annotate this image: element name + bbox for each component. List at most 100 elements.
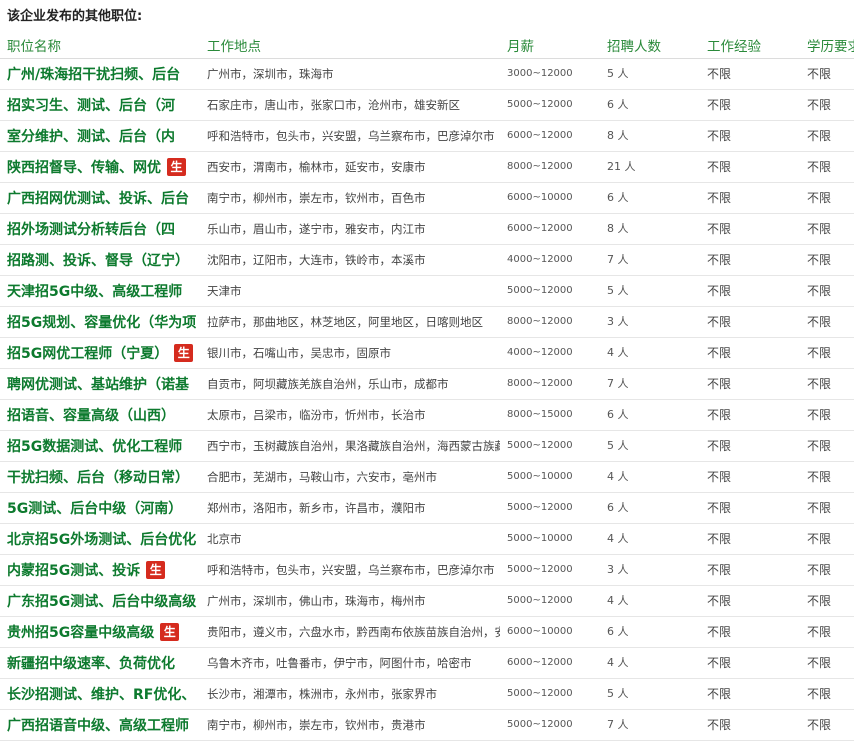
job-experience: 不限 xyxy=(707,346,732,360)
job-experience: 不限 xyxy=(707,253,732,267)
job-row: 招5G网优工程师（宁夏） 银川市，石嘴山市，吴忠市，固原市 4000~12000 4 … xyxy=(0,338,854,369)
job-title-link[interactable]: 广东招5G测试、后台中级高级 xyxy=(7,594,196,610)
job-title-cell: 干扰扫频、后台（移动日常） xyxy=(7,462,203,493)
job-title-cell: 广东招5G测试、后台中级高级 xyxy=(7,586,203,617)
job-title-link[interactable]: 招5G网优工程师（宁夏） xyxy=(7,346,168,362)
job-title-link[interactable]: 干扰扫频、后台（移动日常） xyxy=(7,470,189,486)
job-row: 招5G规划、容量优化（华为项 拉萨市，那曲地区，林芝地区，阿里地区，日喀则地区 80… xyxy=(0,307,854,338)
job-experience: 不限 xyxy=(707,532,732,546)
job-title-cell: 长沙招测试、维护、RF优化、 xyxy=(7,679,203,710)
job-title-link[interactable]: 内蒙招5G测试、投诉 xyxy=(7,563,140,579)
job-title-cell: 新疆招中级速率、负荷优化 xyxy=(7,648,203,679)
job-headcount: 4 人 xyxy=(607,532,629,545)
job-title-cell: 招语音、容量高级（山西） xyxy=(7,400,203,431)
job-salary: 4000~12000 xyxy=(507,254,573,265)
job-title-link[interactable]: 招5G规划、容量优化（华为项 xyxy=(7,315,196,331)
job-headcount: 4 人 xyxy=(607,470,629,483)
job-salary: 5000~10000 xyxy=(507,471,573,482)
job-title-link[interactable]: 广西招网优测试、投诉、后台 xyxy=(7,191,189,207)
job-title-link[interactable]: 天津招5G中级、高级工程师 xyxy=(7,284,182,300)
job-headcount: 8 人 xyxy=(607,222,629,235)
job-title-cell: 5G测试、后台中级（河南） xyxy=(7,493,203,524)
job-headcount: 3 人 xyxy=(607,315,629,328)
job-row: 广东招5G测试、后台中级高级 广州市，深圳市，佛山市，珠海市，梅州市 5000~12… xyxy=(0,586,854,617)
header-education: 学历要求 xyxy=(807,39,854,55)
job-title-link[interactable]: 招5G数据测试、优化工程师 xyxy=(7,439,182,455)
job-row: 广西招网优测试、投诉、后台 南宁市，柳州市，崇左市，钦州市，百色市 6000~100… xyxy=(0,183,854,214)
job-title-link[interactable]: 招实习生、测试、后台（河 xyxy=(7,98,175,114)
job-experience: 不限 xyxy=(707,594,732,608)
job-row: 广西招语音中级、高级工程师 南宁市，柳州市，崇左市，钦州市，贵港市 5000~120… xyxy=(0,710,854,741)
job-salary: 5000~12000 xyxy=(507,595,573,606)
job-experience: 不限 xyxy=(707,98,732,112)
job-title-link[interactable]: 广州/珠海招干扰扫频、后台 xyxy=(7,67,180,83)
job-headcount: 7 人 xyxy=(607,253,629,266)
job-experience: 不限 xyxy=(707,284,732,298)
job-salary: 6000~12000 xyxy=(507,223,573,234)
job-experience: 不限 xyxy=(707,687,732,701)
job-salary: 6000~12000 xyxy=(507,657,573,668)
job-education: 不限 xyxy=(807,594,832,608)
job-title-link[interactable]: 新疆招中级速率、负荷优化 xyxy=(7,656,175,672)
job-experience: 不限 xyxy=(707,470,732,484)
job-salary: 5000~12000 xyxy=(507,285,573,296)
job-title-link[interactable]: 聘网优测试、基站维护（诺基 xyxy=(7,377,189,393)
job-title-link[interactable]: 室分维护、测试、后台（内 xyxy=(7,129,175,145)
job-row: 长沙招测试、维护、RF优化、 长沙市，湘潭市，株洲市，永州市，张家界市 5000~1… xyxy=(0,679,854,710)
job-education: 不限 xyxy=(807,687,832,701)
job-row: 贵州招5G容量中级高级 贵阳市，遵义市，六盘水市，黔西南布依族苗族自治州，安顺 60… xyxy=(0,617,854,648)
job-education: 不限 xyxy=(807,532,832,546)
job-location: 乐山市，眉山市，遂宁市，雅安市，内江市 xyxy=(207,222,426,236)
job-title-link[interactable]: 招路测、投诉、督导（辽宁） xyxy=(7,253,189,269)
job-experience: 不限 xyxy=(707,222,732,236)
header-headcount: 招聘人数 xyxy=(607,39,661,55)
job-education: 不限 xyxy=(807,470,832,484)
job-row: 陕西招督导、传输、网优 西安市，渭南市，榆林市，延安市，安康市 8000~12000… xyxy=(0,152,854,183)
job-experience: 不限 xyxy=(707,315,732,329)
job-title-cell: 室分维护、测试、后台（内 xyxy=(7,121,203,152)
job-experience: 不限 xyxy=(707,718,732,732)
job-salary: 6000~10000 xyxy=(507,626,573,637)
job-location: 西安市，渭南市，榆林市，延安市，安康市 xyxy=(207,160,426,174)
job-salary: 8000~12000 xyxy=(507,378,573,389)
job-headcount: 8 人 xyxy=(607,129,629,142)
job-title-cell: 天津招5G中级、高级工程师 xyxy=(7,276,203,307)
job-experience: 不限 xyxy=(707,191,732,205)
job-education: 不限 xyxy=(807,98,832,112)
job-title-link[interactable]: 长沙招测试、维护、RF优化、 xyxy=(7,687,195,703)
job-title-cell: 广西招网优测试、投诉、后台 xyxy=(7,183,203,214)
job-title-link[interactable]: 广西招语音中级、高级工程师 xyxy=(7,718,189,734)
job-salary: 5000~12000 xyxy=(507,99,573,110)
job-location: 西宁市，玉树藏族自治州，果洛藏族自治州，海西蒙古族藏 xyxy=(207,439,500,453)
urgent-badge: 生 xyxy=(146,561,166,579)
job-headcount: 6 人 xyxy=(607,625,629,638)
job-row: 招实习生、测试、后台（河 石家庄市，唐山市，张家口市，沧州市，雄安新区 5000~1… xyxy=(0,90,854,121)
job-headcount: 5 人 xyxy=(607,67,629,80)
job-education: 不限 xyxy=(807,718,832,732)
job-education: 不限 xyxy=(807,625,832,639)
job-title-cell: 招5G数据测试、优化工程师 xyxy=(7,431,203,462)
job-headcount: 7 人 xyxy=(607,718,629,731)
job-title-link[interactable]: 招外场测试分析转后台（四 xyxy=(7,222,175,238)
job-education: 不限 xyxy=(807,656,832,670)
job-education: 不限 xyxy=(807,563,832,577)
job-title-cell: 广州/珠海招干扰扫频、后台 xyxy=(7,59,203,90)
job-education: 不限 xyxy=(807,129,832,143)
job-location: 乌鲁木齐市，吐鲁番市，伊宁市，阿图什市，哈密市 xyxy=(207,656,472,670)
job-salary: 8000~12000 xyxy=(507,316,573,327)
job-location: 呼和浩特市，包头市，兴安盟，乌兰察布市，巴彦淖尔市 xyxy=(207,129,495,143)
job-row: 5G测试、后台中级（河南） 郑州市，洛阳市，新乡市，许昌市，濮阳市 5000~120… xyxy=(0,493,854,524)
job-location: 石家庄市，唐山市，张家口市，沧州市，雄安新区 xyxy=(207,98,460,112)
table-header: 职位名称 工作地点 月薪 招聘人数 工作经验 学历要求 xyxy=(0,36,854,59)
job-salary: 5000~12000 xyxy=(507,719,573,730)
job-experience: 不限 xyxy=(707,408,732,422)
job-title-link[interactable]: 陕西招督导、传输、网优 xyxy=(7,160,161,176)
job-title-link[interactable]: 贵州招5G容量中级高级 xyxy=(7,625,154,641)
job-location: 合肥市，芜湖市，马鞍山市，六安市，亳州市 xyxy=(207,470,437,484)
urgent-badge: 生 xyxy=(174,344,194,362)
job-title-link[interactable]: 北京招5G外场测试、后台优化 xyxy=(7,532,196,548)
job-headcount: 5 人 xyxy=(607,284,629,297)
job-education: 不限 xyxy=(807,408,832,422)
job-title-link[interactable]: 5G测试、后台中级（河南） xyxy=(7,501,182,517)
job-title-link[interactable]: 招语音、容量高级（山西） xyxy=(7,408,175,424)
